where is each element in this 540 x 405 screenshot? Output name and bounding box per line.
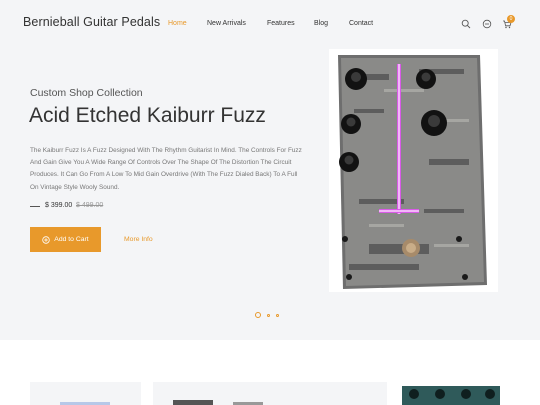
nav-blog[interactable]: Blog bbox=[314, 20, 328, 27]
cart-count-badge: 0 bbox=[507, 15, 515, 23]
product-card[interactable] bbox=[30, 382, 141, 405]
product-image bbox=[329, 49, 498, 292]
slider-dot-1[interactable] bbox=[255, 312, 261, 318]
hero-description: The Kaiburr Fuzz Is A Fuzz Designed With… bbox=[30, 147, 302, 191]
old-price: $ 499.00 bbox=[76, 202, 104, 209]
add-to-cart-label: Add to Cart bbox=[54, 236, 89, 243]
pedal-image bbox=[338, 55, 487, 289]
nav-contact[interactable]: Contact bbox=[349, 20, 373, 27]
product-card[interactable] bbox=[400, 382, 504, 405]
add-to-cart-button[interactable]: Add to Cart bbox=[30, 227, 101, 252]
plus-circle-icon bbox=[42, 235, 50, 244]
slider-dot-2[interactable] bbox=[267, 313, 270, 317]
site-header: Bernieball Guitar Pedals Home New Arriva… bbox=[0, 0, 540, 48]
nav-home[interactable]: Home bbox=[168, 20, 187, 27]
product-card[interactable] bbox=[153, 382, 387, 405]
more-info-link[interactable]: More Info bbox=[124, 236, 153, 243]
hero-subtitle: Custom Shop Collection bbox=[30, 87, 143, 99]
price-divider bbox=[30, 206, 40, 207]
slider-dot-3[interactable] bbox=[276, 313, 279, 317]
product-card-image bbox=[60, 402, 110, 405]
site-logo[interactable]: Bernieball Guitar Pedals bbox=[23, 15, 160, 29]
user-icon[interactable] bbox=[482, 19, 492, 29]
product-card-image bbox=[402, 386, 500, 405]
nav-new-arrivals[interactable]: New Arrivals bbox=[207, 20, 246, 27]
search-icon[interactable] bbox=[461, 19, 471, 29]
hero-title: Acid Etched Kaiburr Fuzz bbox=[29, 104, 266, 127]
current-price: $ 399.00 bbox=[45, 202, 73, 209]
product-card-image bbox=[173, 400, 263, 405]
nav-features[interactable]: Features bbox=[267, 20, 295, 27]
